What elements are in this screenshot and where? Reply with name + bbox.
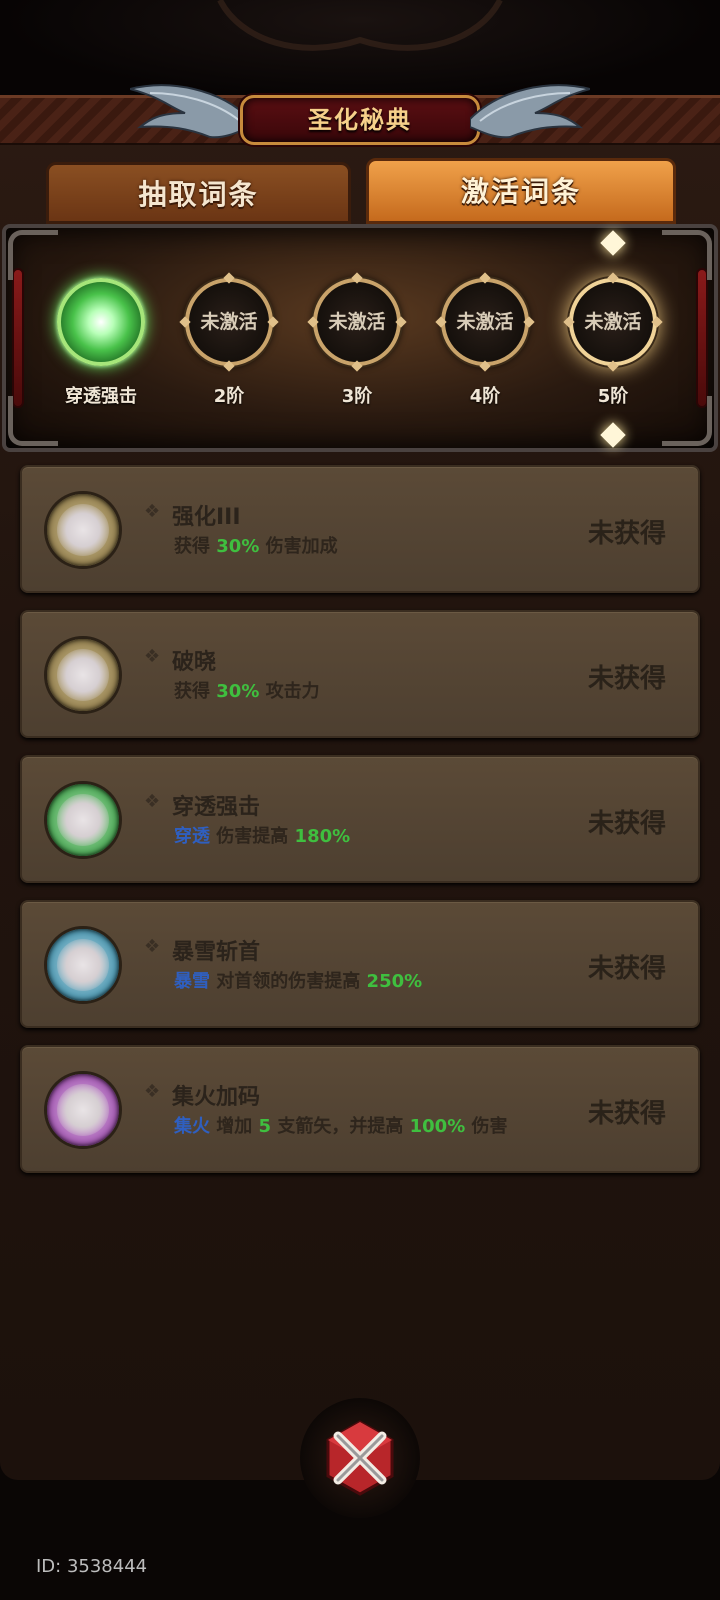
tier-label: 5阶 xyxy=(597,386,629,407)
entry-card[interactable]: ❖ 暴雪斩首 暴雪 对首领的伤害提高 250% 未获得 xyxy=(20,900,700,1028)
entry-description: 获得 30% 伤害加成 xyxy=(174,535,554,559)
tier-progress-bar: 穿透强击 未激活 2阶 未激活 3阶 未激活 4阶 未激活 5阶 xyxy=(2,224,718,452)
tier-1[interactable]: 穿透强击 xyxy=(46,278,156,408)
tab-label: 抽取词条 xyxy=(138,178,259,211)
tier-label: 2阶 xyxy=(213,386,245,407)
entry-orb-icon xyxy=(44,926,122,1004)
title-banner: 圣化秘典 xyxy=(130,75,590,155)
title-plate: 圣化秘典 xyxy=(240,95,480,145)
entry-name: 穿透强击 xyxy=(172,795,261,820)
tier-label: 穿透强击 xyxy=(65,386,137,407)
entry-status: 未获得 xyxy=(587,1099,666,1129)
diamond-bullet-icon: ❖ xyxy=(144,501,161,522)
desc-segment: 暴雪 xyxy=(174,971,210,992)
entry-status: 未获得 xyxy=(587,809,666,839)
entry-status: 未获得 xyxy=(587,954,666,984)
tier-label: 4阶 xyxy=(469,386,501,407)
desc-segment: 伤害提高 xyxy=(210,826,295,847)
desc-segment: 30% xyxy=(216,536,260,557)
tier-orb-icon: 未激活 xyxy=(563,272,663,372)
entry-description: 暴雪 对首领的伤害提高 250% xyxy=(174,970,554,994)
desc-segment: 180% xyxy=(294,826,351,847)
player-id: ID: 3538444 xyxy=(36,1556,148,1577)
entry-card[interactable]: ❖ 强化III 获得 30% 伤害加成 未获得 xyxy=(20,465,700,593)
entry-status: 未获得 xyxy=(587,519,666,549)
tier-label: 3阶 xyxy=(341,386,373,407)
desc-segment: 穿透 xyxy=(174,826,210,847)
tier-orb-icon: 未激活 xyxy=(307,272,407,372)
desc-segment: 获得 xyxy=(174,681,217,702)
tier-orb-icon xyxy=(57,278,145,366)
desc-segment: 30% xyxy=(216,681,260,702)
tier-4[interactable]: 未激活 4阶 xyxy=(430,272,540,408)
desc-segment: 集火 xyxy=(174,1116,210,1137)
tier-orb-icon: 未激活 xyxy=(179,272,279,372)
desc-segment: 250% xyxy=(366,971,423,992)
entry-card[interactable]: ❖ 穿透强击 穿透 伤害提高 180% 未获得 xyxy=(20,755,700,883)
desc-segment: 100% xyxy=(409,1116,466,1137)
left-rail xyxy=(12,268,24,408)
tier-3[interactable]: 未激活 3阶 xyxy=(302,272,412,408)
diamond-bullet-icon: ❖ xyxy=(144,791,161,812)
frame-corner xyxy=(8,230,58,280)
entry-orb-icon xyxy=(44,491,122,569)
diamond-bullet-icon: ❖ xyxy=(144,936,161,957)
desc-segment: 获得 xyxy=(174,536,217,557)
frame-corner xyxy=(662,396,712,446)
tab-label: 激活词条 xyxy=(460,175,581,208)
wing-icon xyxy=(130,84,250,139)
entry-name: 集火加码 xyxy=(172,1085,261,1110)
entry-name: 破晓 xyxy=(172,650,217,675)
entry-orb-icon xyxy=(44,781,122,859)
entry-card[interactable]: ❖ 集火加码 集火 增加 5 支箭矢，并提高 100% 伤害 未获得 xyxy=(20,1045,700,1173)
entry-description: 穿透 伤害提高 180% xyxy=(174,825,554,849)
tier-5[interactable]: 未激活 5阶 xyxy=(558,272,668,408)
tier-2[interactable]: 未激活 2阶 xyxy=(174,272,284,408)
diamond-bullet-icon: ❖ xyxy=(144,646,161,667)
desc-segment: 对首领的伤害提高 xyxy=(210,971,367,992)
tier-orb-text: 未激活 xyxy=(200,311,258,333)
tab-activate-entries[interactable]: 激活词条 xyxy=(366,158,676,224)
entry-card[interactable]: ❖ 破晓 获得 30% 攻击力 未获得 xyxy=(20,610,700,738)
entry-status: 未获得 xyxy=(587,664,666,694)
sparkle-icon xyxy=(600,230,626,256)
desc-segment: 伤害加成 xyxy=(259,536,338,557)
entry-name: 暴雪斩首 xyxy=(172,940,261,965)
close-x-icon[interactable] xyxy=(320,1418,400,1498)
desc-segment: 支箭矢，并提高 xyxy=(271,1116,410,1137)
desc-segment: 攻击力 xyxy=(259,681,320,702)
desc-segment: 增加 xyxy=(210,1116,259,1137)
entry-orb-icon xyxy=(44,1071,122,1149)
entry-description: 获得 30% 攻击力 xyxy=(174,680,554,704)
tab-draw-entries[interactable]: 抽取词条 xyxy=(46,162,351,224)
right-rail xyxy=(696,268,708,408)
desc-segment: 伤害 xyxy=(465,1116,508,1137)
sparkle-icon xyxy=(600,422,626,448)
wing-icon xyxy=(470,84,590,139)
tier-orb-icon: 未激活 xyxy=(435,272,535,372)
entry-name: 强化III xyxy=(172,505,241,530)
frame-corner xyxy=(662,230,712,280)
tier-orb-text: 未激活 xyxy=(456,311,514,333)
tier-orb-text: 未激活 xyxy=(584,311,642,333)
page-title: 圣化秘典 xyxy=(308,106,412,134)
entry-description: 集火 增加 5 支箭矢，并提高 100% 伤害 xyxy=(174,1115,554,1139)
desc-segment: 5 xyxy=(258,1116,272,1137)
tier-orb-text: 未激活 xyxy=(328,311,386,333)
diamond-bullet-icon: ❖ xyxy=(144,1081,161,1102)
entry-orb-icon xyxy=(44,636,122,714)
